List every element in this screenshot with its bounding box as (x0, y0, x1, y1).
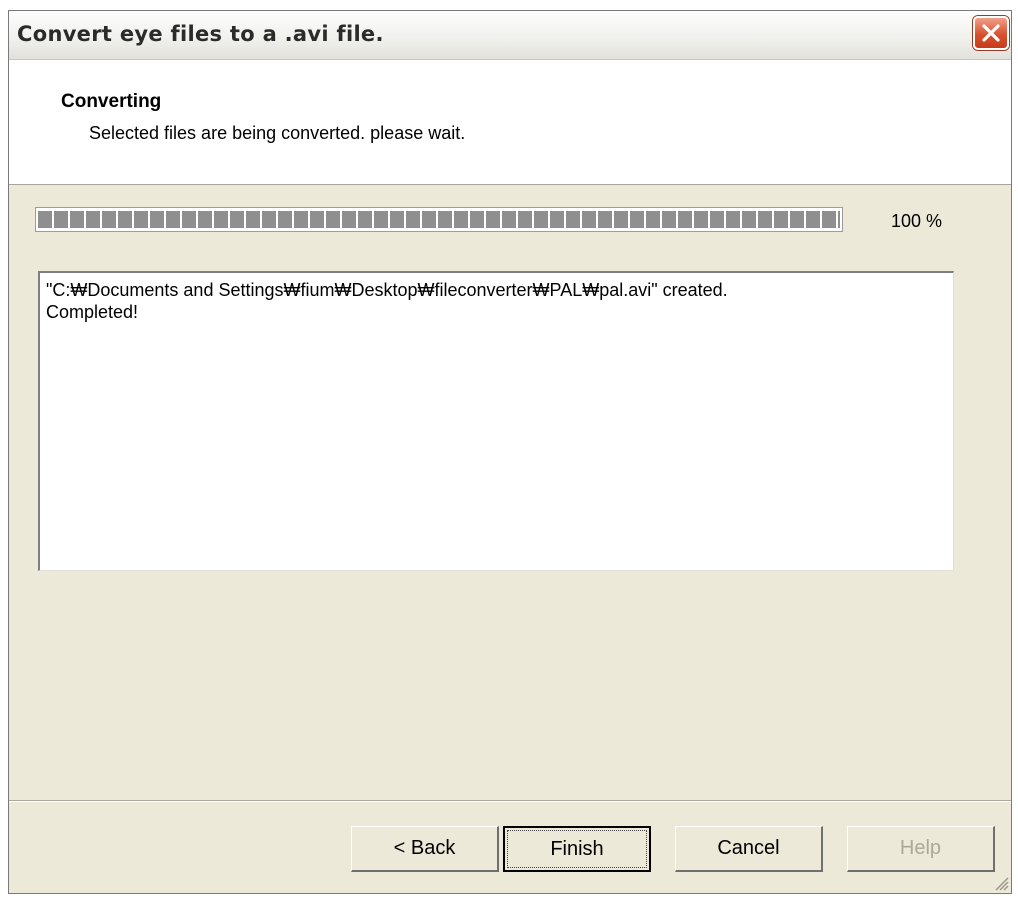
close-icon (982, 24, 1000, 42)
log-line: Completed! (46, 302, 139, 322)
close-button[interactable] (973, 16, 1009, 50)
progress-bar (35, 207, 843, 232)
footer-divider (9, 800, 1011, 802)
wizard-header: Converting Selected files are being conv… (9, 60, 1011, 185)
back-button[interactable]: < Back (351, 826, 499, 872)
progress-percent-label: 100 % (891, 211, 943, 231)
help-button: Help (847, 826, 995, 872)
page-title: Converting (61, 91, 162, 112)
cancel-button[interactable]: Cancel (675, 826, 823, 872)
progress-fill (38, 211, 840, 228)
page-subtitle: Selected files are being converted. plea… (89, 123, 466, 143)
title-bar[interactable]: Convert eye files to a .avi file. (9, 11, 1011, 60)
finish-button[interactable]: Finish (503, 826, 651, 872)
resize-grip-icon[interactable] (993, 875, 1009, 891)
window-title: Convert eye files to a .avi file. (17, 22, 384, 46)
dialog-window: Convert eye files to a .avi file. Conver… (8, 10, 1012, 894)
log-output[interactable]: "C:₩Documents and Settings₩fium₩Desktop₩… (38, 271, 954, 571)
log-line: "C:₩Documents and Settings₩fium₩Desktop₩… (46, 280, 728, 300)
